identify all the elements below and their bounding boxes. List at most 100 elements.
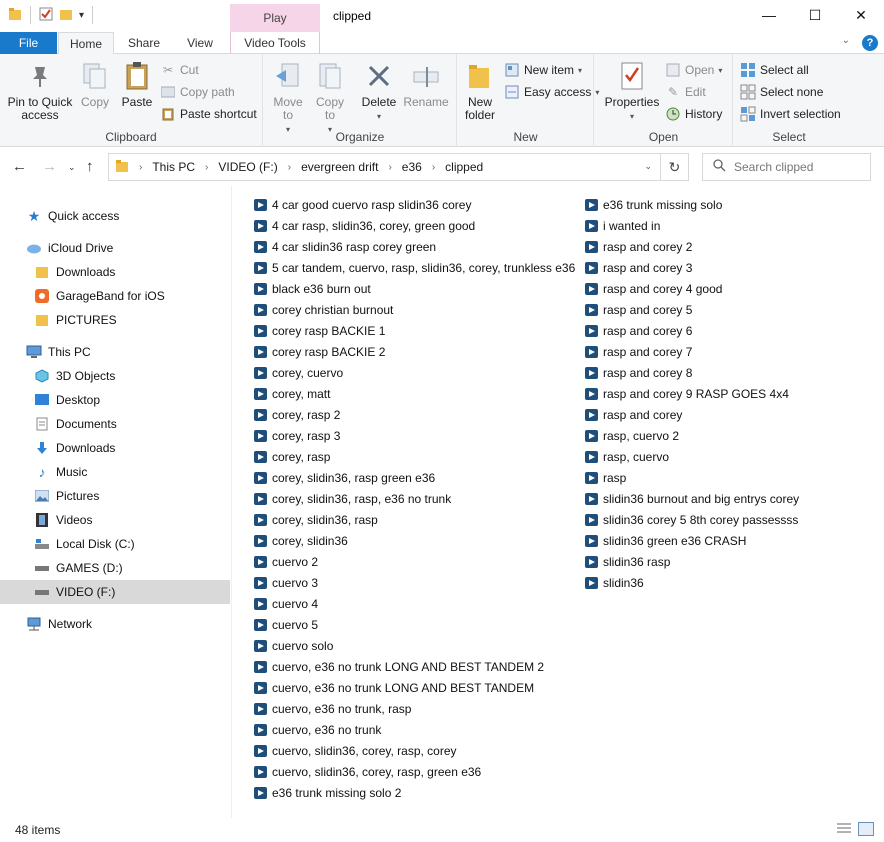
search-input[interactable]: Search clipped bbox=[734, 160, 813, 174]
file-item[interactable]: rasp and corey 4 good bbox=[585, 278, 799, 299]
file-item[interactable]: corey rasp BACKIE 1 bbox=[254, 320, 575, 341]
copy-path-button[interactable]: Copy path bbox=[160, 82, 235, 102]
file-item[interactable]: cuervo 5 bbox=[254, 614, 575, 635]
file-item[interactable]: slidin36 corey 5 8th corey passessss bbox=[585, 509, 799, 530]
file-item[interactable]: corey, rasp bbox=[254, 446, 575, 467]
pin-to-quick-access-button[interactable]: Pin to Quick access bbox=[4, 60, 76, 122]
delete-button[interactable]: Delete ▾ bbox=[360, 60, 398, 123]
file-item[interactable]: cuervo, e36 no trunk LONG AND BEST TANDE… bbox=[254, 656, 575, 677]
file-item[interactable]: rasp and corey 5 bbox=[585, 299, 799, 320]
breadcrumb-this-pc[interactable]: This PC bbox=[152, 160, 195, 174]
file-item[interactable]: slidin36 bbox=[585, 572, 799, 593]
file-item[interactable]: rasp and corey 2 bbox=[585, 236, 799, 257]
breadcrumb-evergreen-drift[interactable]: evergreen drift bbox=[301, 160, 378, 174]
file-item[interactable]: corey rasp BACKIE 2 bbox=[254, 341, 575, 362]
nav-games-drive[interactable]: GAMES (D:) bbox=[34, 556, 123, 580]
file-item[interactable]: cuervo 2 bbox=[254, 551, 575, 572]
minimize-button[interactable]: — bbox=[746, 0, 792, 30]
nav-pictures-icloud[interactable]: PICTURES bbox=[34, 308, 117, 332]
tab-share[interactable]: Share bbox=[118, 32, 170, 54]
nav-video-drive[interactable]: VIDEO (F:) bbox=[0, 580, 230, 604]
properties-check-icon[interactable] bbox=[39, 7, 53, 24]
search-box[interactable]: Search clipped bbox=[702, 153, 871, 181]
file-item[interactable]: e36 trunk missing solo 2 bbox=[254, 782, 575, 803]
breadcrumb-video-drive[interactable]: VIDEO (F:) bbox=[218, 160, 277, 174]
customize-toolbar-icon[interactable]: ▾ bbox=[79, 10, 84, 21]
file-item[interactable]: corey, slidin36, rasp bbox=[254, 509, 575, 530]
new-folder-button[interactable]: New folder bbox=[460, 60, 500, 122]
nav-icloud-drive[interactable]: iCloud Drive bbox=[26, 236, 113, 260]
rename-button[interactable]: Rename bbox=[402, 60, 450, 109]
file-item[interactable]: corey, slidin36, rasp green e36 bbox=[254, 467, 575, 488]
file-item[interactable]: slidin36 green e36 CRASH bbox=[585, 530, 799, 551]
large-icons-view-icon[interactable] bbox=[858, 822, 874, 836]
file-item[interactable]: cuervo 4 bbox=[254, 593, 575, 614]
file-item[interactable]: black e36 burn out bbox=[254, 278, 575, 299]
file-item[interactable]: rasp and corey 8 bbox=[585, 362, 799, 383]
easy-access-button[interactable]: Easy access ▾ bbox=[504, 82, 599, 102]
file-item[interactable]: rasp, cuervo 2 bbox=[585, 425, 799, 446]
copy-to-button[interactable]: Copy to ▾ bbox=[312, 60, 348, 136]
tab-file[interactable]: File bbox=[0, 32, 57, 54]
nav-desktop[interactable]: Desktop bbox=[34, 388, 100, 412]
close-button[interactable]: ✕ bbox=[838, 0, 884, 30]
tab-home[interactable]: Home bbox=[58, 32, 114, 55]
nav-garageband[interactable]: GarageBand for iOS bbox=[34, 284, 165, 308]
forward-arrow-icon[interactable]: → bbox=[42, 158, 57, 175]
file-item[interactable]: cuervo, e36 no trunk, rasp bbox=[254, 698, 575, 719]
nav-network[interactable]: Network bbox=[26, 612, 92, 636]
expand-ribbon-icon[interactable]: ⌄ bbox=[842, 35, 850, 46]
open-button[interactable]: Open ▾ bbox=[665, 60, 722, 80]
new-folder-icon[interactable] bbox=[59, 7, 73, 24]
file-item[interactable]: rasp and corey 9 RASP GOES 4x4 bbox=[585, 383, 799, 404]
tab-view[interactable]: View bbox=[176, 32, 224, 54]
select-none-button[interactable]: Select none bbox=[740, 82, 823, 102]
new-item-button[interactable]: New item ▾ bbox=[504, 60, 582, 80]
address-bar[interactable]: › This PC › VIDEO (F:) › evergreen drift… bbox=[108, 153, 689, 181]
help-icon[interactable]: ? bbox=[862, 35, 878, 51]
properties-button[interactable]: Properties ▾ bbox=[603, 60, 661, 123]
file-item[interactable]: cuervo, e36 no trunk bbox=[254, 719, 575, 740]
file-item[interactable]: rasp and corey 6 bbox=[585, 320, 799, 341]
file-item[interactable]: corey, rasp 2 bbox=[254, 404, 575, 425]
file-item[interactable]: rasp, cuervo bbox=[585, 446, 799, 467]
file-item[interactable]: e36 trunk missing solo bbox=[585, 194, 799, 215]
nav-icloud-downloads[interactable]: Downloads bbox=[34, 260, 115, 284]
address-dropdown-icon[interactable]: ⌄ bbox=[644, 161, 652, 172]
nav-videos[interactable]: Videos bbox=[34, 508, 92, 532]
chevron-right-icon[interactable]: › bbox=[388, 162, 391, 173]
play-context-tab[interactable]: Play bbox=[230, 4, 320, 32]
file-item[interactable]: corey, cuervo bbox=[254, 362, 575, 383]
file-item[interactable]: rasp bbox=[585, 467, 799, 488]
file-item[interactable]: rasp and corey 7 bbox=[585, 341, 799, 362]
file-item[interactable]: cuervo, e36 no trunk LONG AND BEST TANDE… bbox=[254, 677, 575, 698]
invert-selection-button[interactable]: Invert selection bbox=[740, 104, 841, 124]
file-item[interactable]: 4 car rasp, slidin36, corey, green good bbox=[254, 215, 575, 236]
refresh-icon[interactable]: ↻ bbox=[660, 154, 688, 180]
file-item[interactable]: cuervo solo bbox=[254, 635, 575, 656]
details-view-icon[interactable] bbox=[836, 822, 852, 836]
copy-button[interactable]: Copy bbox=[78, 60, 112, 109]
history-button[interactable]: History bbox=[665, 104, 722, 124]
nav-local-disk[interactable]: Local Disk (C:) bbox=[34, 532, 135, 556]
paste-button[interactable]: Paste bbox=[118, 60, 156, 109]
nav-documents[interactable]: Documents bbox=[34, 412, 117, 436]
file-item[interactable]: corey, slidin36, rasp, e36 no trunk bbox=[254, 488, 575, 509]
maximize-button[interactable]: ☐ bbox=[792, 0, 838, 30]
nav-this-pc[interactable]: This PC bbox=[26, 340, 91, 364]
file-item[interactable]: cuervo, slidin36, corey, rasp, corey bbox=[254, 740, 575, 761]
cut-button[interactable]: ✂ Cut bbox=[160, 60, 199, 80]
select-all-button[interactable]: Select all bbox=[740, 60, 809, 80]
chevron-right-icon[interactable]: › bbox=[139, 162, 142, 173]
file-item[interactable]: slidin36 rasp bbox=[585, 551, 799, 572]
chevron-right-icon[interactable]: › bbox=[205, 162, 208, 173]
nav-quick-access[interactable]: ★ Quick access bbox=[26, 204, 120, 228]
recent-locations-icon[interactable]: ⌄ bbox=[68, 162, 76, 173]
file-item[interactable]: rasp and corey 3 bbox=[585, 257, 799, 278]
file-item[interactable]: 4 car good cuervo rasp slidin36 corey bbox=[254, 194, 575, 215]
nav-3d-objects[interactable]: 3D Objects bbox=[34, 364, 115, 388]
edit-button[interactable]: ✎ Edit bbox=[665, 82, 706, 102]
file-item[interactable]: 4 car slidin36 rasp corey green bbox=[254, 236, 575, 257]
nav-music[interactable]: ♪ Music bbox=[34, 460, 88, 484]
nav-downloads[interactable]: Downloads bbox=[34, 436, 115, 460]
